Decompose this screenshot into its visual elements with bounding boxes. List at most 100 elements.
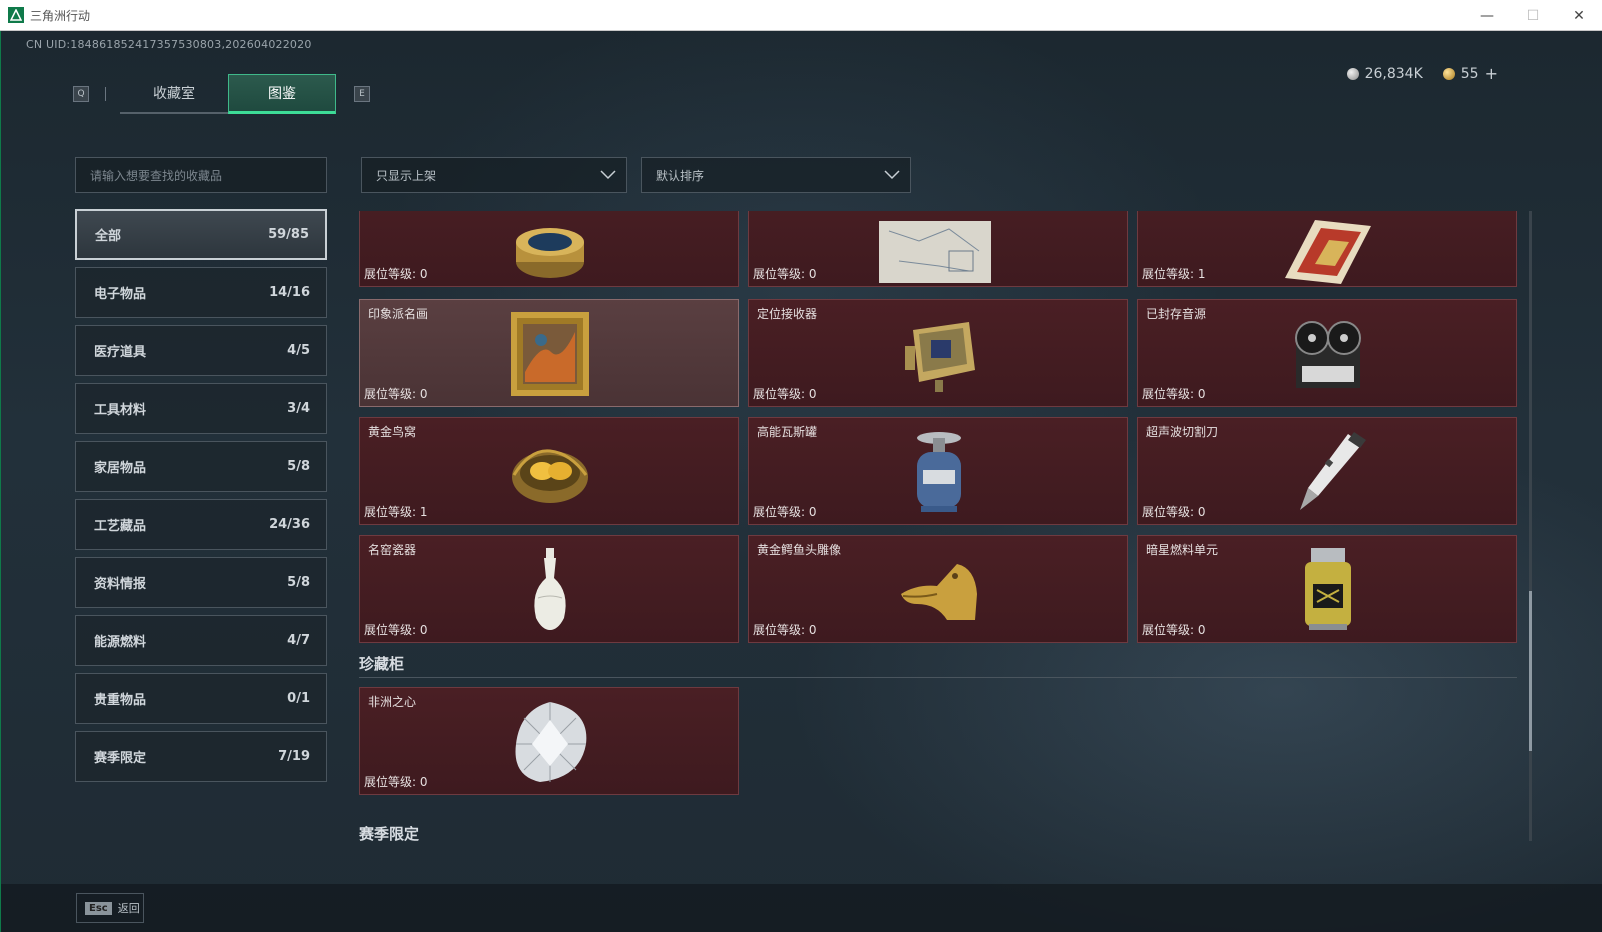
footer-bar: Esc 返回 bbox=[1, 884, 1602, 932]
level-value: 0 bbox=[1197, 387, 1206, 401]
category-medical[interactable]: 医疗道具 4/5 bbox=[75, 325, 327, 376]
gps-receiver-icon bbox=[889, 310, 989, 398]
diamond-icon bbox=[500, 698, 600, 786]
level-value: 0 bbox=[808, 623, 817, 637]
item-name: 非洲之心 bbox=[368, 695, 417, 709]
item-card[interactable]: 黄金鳄鱼头雕像 展位等级: 0 bbox=[748, 535, 1128, 643]
level-label: 展位等级: bbox=[1142, 623, 1195, 637]
tab-divider bbox=[105, 87, 106, 101]
tab-catalog[interactable]: 图鉴 bbox=[228, 74, 336, 114]
category-label: 能源燃料 bbox=[94, 635, 147, 650]
category-electronics[interactable]: 电子物品 14/16 bbox=[75, 267, 327, 318]
item-card[interactable]: 名窑瓷器 展位等级: 0 bbox=[359, 535, 739, 643]
category-crafts[interactable]: 工艺藏品 24/36 bbox=[75, 499, 327, 550]
level-value: 0 bbox=[419, 775, 428, 789]
game-area: CN UID:184861852417357530803,20260402202… bbox=[0, 31, 1602, 932]
category-count: 5/8 bbox=[287, 575, 310, 590]
silver-coin-icon bbox=[1346, 67, 1359, 80]
category-valuables[interactable]: 贵重物品 0/1 bbox=[75, 673, 327, 724]
item-name: 已封存音源 bbox=[1146, 307, 1207, 321]
level-value: 0 bbox=[808, 267, 817, 281]
section-title-cabinet: 珍藏柜 bbox=[359, 655, 405, 673]
item-name: 名窑瓷器 bbox=[368, 543, 417, 557]
item-card[interactable]: 已封存音源 展位等级: 0 bbox=[1137, 299, 1517, 407]
item-card[interactable]: 超声波切割刀 展位等级: 0 bbox=[1137, 417, 1517, 525]
map-document-icon bbox=[879, 211, 991, 296]
fuel-cell-icon bbox=[1278, 546, 1378, 634]
item-name: 超声波切割刀 bbox=[1146, 425, 1219, 439]
level-label: 展位等级: bbox=[364, 267, 417, 281]
level-value: 0 bbox=[419, 267, 428, 281]
category-energy[interactable]: 能源燃料 4/7 bbox=[75, 615, 327, 666]
user-uid: CN UID:184861852417357530803,20260402202… bbox=[26, 38, 312, 51]
level-label: 展位等级: bbox=[364, 387, 417, 401]
category-label: 全部 bbox=[95, 229, 122, 244]
sort-dropdown[interactable]: 默认排序 bbox=[641, 157, 911, 193]
gold-amount: 55 bbox=[1460, 65, 1479, 82]
level-label: 展位等级: bbox=[1142, 387, 1195, 401]
category-count: 7/19 bbox=[278, 749, 310, 764]
back-button[interactable]: Esc 返回 bbox=[76, 893, 144, 923]
section-divider bbox=[359, 677, 1517, 678]
level-value: 1 bbox=[1197, 267, 1206, 281]
category-all[interactable]: 全部 59/85 bbox=[75, 209, 327, 260]
category-list: 全部 59/85 电子物品 14/16 医疗道具 4/5 工具材料 3/4 家居物品 5/… bbox=[75, 209, 327, 789]
level-value: 0 bbox=[419, 387, 428, 401]
item-name: 印象派名画 bbox=[368, 307, 429, 321]
chevron-down-icon bbox=[600, 170, 616, 180]
item-card[interactable]: 暗星燃料单元 展位等级: 0 bbox=[1137, 535, 1517, 643]
level-value: 1 bbox=[419, 505, 428, 519]
scrollbar-thumb[interactable] bbox=[1529, 591, 1532, 751]
category-household[interactable]: 家居物品 5/8 bbox=[75, 441, 327, 492]
search-input[interactable]: 请输入想要查找的收藏品 bbox=[75, 157, 327, 193]
level-label: 展位等级: bbox=[753, 387, 806, 401]
category-count: 0/1 bbox=[287, 691, 310, 706]
item-card[interactable]: 高能瓦斯罐 展位等级: 0 bbox=[748, 417, 1128, 525]
gold-coin-icon bbox=[1442, 67, 1455, 80]
category-count: 3/4 bbox=[287, 401, 310, 416]
category-label: 贵重物品 bbox=[94, 693, 147, 708]
item-card[interactable]: 非洲之心 展位等级: 0 bbox=[359, 687, 739, 795]
item-name: 暗星燃料单元 bbox=[1146, 543, 1219, 557]
item-name: 高能瓦斯罐 bbox=[757, 425, 818, 439]
window-title: 三角洲行动 bbox=[30, 8, 91, 23]
minimize-button[interactable]: — bbox=[1464, 0, 1510, 31]
golden-nest-icon bbox=[500, 428, 600, 516]
category-count: 24/36 bbox=[269, 517, 310, 532]
app-logo-icon bbox=[8, 7, 24, 23]
category-label: 赛季限定 bbox=[94, 751, 147, 766]
item-card[interactable]: 定位接收器 展位等级: 0 bbox=[748, 299, 1128, 407]
category-count: 5/8 bbox=[287, 459, 310, 474]
maximize-button[interactable]: ☐ bbox=[1510, 0, 1556, 31]
prev-tab-key-hint[interactable]: Q bbox=[73, 86, 89, 102]
tab-collection-room[interactable]: 收藏室 bbox=[120, 74, 228, 114]
level-label: 展位等级: bbox=[364, 775, 417, 789]
shelf-filter-dropdown[interactable]: 只显示上架 bbox=[361, 157, 627, 193]
category-intel[interactable]: 资料情报 5/8 bbox=[75, 557, 327, 608]
category-count: 4/5 bbox=[287, 343, 310, 358]
item-card[interactable]: 展位等级: 0 bbox=[359, 211, 739, 287]
item-name: 定位接收器 bbox=[757, 307, 818, 321]
level-value: 0 bbox=[1197, 623, 1206, 637]
level-label: 展位等级: bbox=[1142, 505, 1195, 519]
grid-scrollbar[interactable] bbox=[1529, 211, 1532, 841]
level-label: 展位等级: bbox=[364, 505, 417, 519]
item-card[interactable]: 展位等级: 1 bbox=[1137, 211, 1517, 287]
silver-amount: 26,834K bbox=[1364, 65, 1423, 82]
next-tab-key-hint[interactable]: E bbox=[354, 86, 370, 102]
category-tools[interactable]: 工具材料 3/4 bbox=[75, 383, 327, 434]
level-value: 0 bbox=[808, 505, 817, 519]
gas-canister-icon bbox=[889, 428, 989, 516]
item-card[interactable]: 黄金鸟窝 展位等级: 1 bbox=[359, 417, 739, 525]
item-card[interactable]: 展位等级: 0 bbox=[748, 211, 1128, 287]
item-card[interactable]: 印象派名画 展位等级: 0 bbox=[359, 299, 739, 407]
porcelain-vase-icon bbox=[500, 546, 600, 634]
level-label: 展位等级: bbox=[1142, 267, 1195, 281]
close-button[interactable]: ✕ bbox=[1556, 0, 1602, 31]
add-currency-button[interactable]: + bbox=[1485, 64, 1498, 83]
category-label: 工艺藏品 bbox=[94, 519, 147, 534]
category-seasonal[interactable]: 赛季限定 7/19 bbox=[75, 731, 327, 782]
level-label: 展位等级: bbox=[753, 505, 806, 519]
level-label: 展位等级: bbox=[753, 267, 806, 281]
category-label: 工具材料 bbox=[94, 403, 147, 418]
